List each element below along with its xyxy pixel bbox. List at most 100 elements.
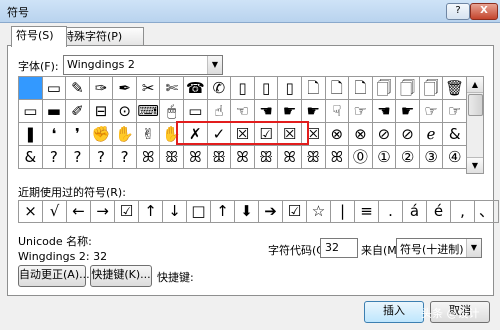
recent-symbol-cell[interactable]: ☑ — [115, 201, 139, 223]
symbol-cell[interactable]: ☛ — [396, 100, 420, 123]
recent-symbol-cell[interactable]: á — [403, 201, 427, 223]
symbol-cell[interactable]: ▬ — [42, 100, 67, 123]
symbol-cell[interactable]: & — [19, 146, 43, 169]
scroll-thumb[interactable] — [468, 94, 483, 116]
symbol-cell[interactable]: ☝ — [207, 100, 232, 123]
symbol-cell[interactable]: ꕤ — [136, 146, 161, 169]
scroll-up-icon[interactable]: ▲ — [467, 77, 483, 93]
symbol-cell[interactable]: ① — [372, 146, 397, 169]
symbol-cell[interactable]: & — [443, 123, 467, 146]
insert-button[interactable]: 插入 — [364, 301, 424, 323]
symbol-cell[interactable]: ꕤ — [278, 146, 302, 169]
font-select[interactable]: Wingdings 2 ▼ — [63, 55, 223, 75]
symbol-cell[interactable]: ꕥ — [301, 146, 326, 169]
recent-symbol-cell[interactable]: ↓ — [163, 201, 187, 223]
symbol-cell[interactable]: ꕤ — [325, 146, 350, 169]
close-button[interactable]: X — [470, 3, 498, 20]
symbol-cell[interactable]: ▯ — [231, 77, 255, 100]
symbol-cell[interactable]: 🗋 — [325, 77, 350, 100]
recent-symbol-cell[interactable]: . — [379, 201, 403, 223]
symbol-cell[interactable]: ❜ — [66, 123, 90, 146]
symbol-cell[interactable]: ⌨ — [136, 100, 161, 123]
symbol-cell[interactable]: ꕥ — [207, 146, 232, 169]
symbol-cell[interactable]: ✆ — [207, 77, 232, 100]
symbol-cell[interactable]: ☜ — [231, 100, 255, 123]
symbol-cell[interactable]: 🖱 — [160, 100, 185, 123]
symbol-grid-scrollbar[interactable]: ▲ ▼ — [466, 76, 484, 174]
recent-symbol-cell[interactable]: ☆ — [307, 201, 331, 223]
symbol-cell[interactable]: ☎ — [184, 77, 208, 100]
symbol-cell[interactable]: ▭ — [184, 100, 208, 123]
symbol-cell[interactable]: ꕤ — [184, 146, 208, 169]
symbol-cell[interactable]: ⓪ — [349, 146, 373, 169]
symbol-cell[interactable]: ✌ — [136, 123, 161, 146]
symbol-cell[interactable]: ✎ — [66, 77, 90, 100]
recent-symbol-cell[interactable]: 、 — [475, 201, 499, 223]
symbol-cell[interactable]: 🗍 — [396, 77, 420, 100]
recent-symbol-cell[interactable]: × — [19, 201, 43, 223]
symbol-cell[interactable]: 🗍 — [419, 77, 444, 100]
recent-symbol-cell[interactable]: → — [91, 201, 115, 223]
symbol-cell[interactable]: ✂ — [136, 77, 161, 100]
help-button[interactable]: ? — [446, 3, 470, 20]
recent-symbol-cell[interactable]: ☑ — [283, 201, 307, 223]
symbol-cell[interactable]: ⊙ — [113, 100, 137, 123]
recent-symbol-cell[interactable]: √ — [43, 201, 67, 223]
char-code-input[interactable]: 32 — [320, 238, 358, 258]
recent-symbol-cell[interactable]: ⬇ — [235, 201, 259, 223]
symbol-cell[interactable]: 🗍 — [372, 77, 397, 100]
symbol-cell[interactable]: ✄ — [160, 77, 185, 100]
tab-special-chars[interactable]: 特殊字符(P) — [58, 27, 144, 46]
symbol-cell[interactable]: ④ — [443, 146, 467, 169]
symbol-cell[interactable]: ☞ — [349, 100, 373, 123]
symbol-cell[interactable]: ▯ — [278, 77, 302, 100]
symbol-cell[interactable]: 🗋 — [301, 77, 326, 100]
from-select[interactable]: 符号(十进制) ▼ — [396, 238, 482, 258]
recent-symbol-cell[interactable]: ≡ — [355, 201, 379, 223]
symbol-cell[interactable]: ✐ — [66, 100, 90, 123]
symbol-cell[interactable]: ? — [113, 146, 137, 169]
symbol-cell[interactable]: ✒ — [113, 77, 137, 100]
recent-symbol-cell[interactable]: | — [331, 201, 355, 223]
recent-symbol-cell[interactable]: , — [451, 201, 475, 223]
recent-symbol-cell[interactable]: é — [427, 201, 451, 223]
symbol-cell[interactable]: ⊗ — [349, 123, 373, 146]
symbol-cell[interactable]: ☞ — [443, 100, 467, 123]
recent-symbol-cell[interactable]: ← — [67, 201, 91, 223]
symbol-cell[interactable]: ☟ — [325, 100, 350, 123]
symbol-cell[interactable]: ▭ — [19, 100, 43, 123]
symbol-cell[interactable]: ☚ — [372, 100, 397, 123]
scroll-down-icon[interactable]: ▼ — [467, 157, 483, 173]
recent-symbol-cell[interactable]: ↑ — [139, 201, 163, 223]
recent-symbol-cell[interactable]: □ — [187, 201, 211, 223]
symbol-cell[interactable]: 🗑 — [443, 77, 467, 100]
symbol-cell[interactable] — [19, 77, 43, 100]
symbol-cell[interactable]: ⊗ — [325, 123, 350, 146]
chevron-down-icon[interactable]: ▼ — [207, 56, 222, 74]
symbol-cell[interactable]: ? — [66, 146, 90, 169]
tab-symbols[interactable]: 符号(S) — [11, 26, 67, 47]
symbol-cell[interactable]: ▯ — [254, 77, 279, 100]
symbol-cell[interactable]: ☚ — [254, 100, 279, 123]
recent-symbol-cell[interactable]: ➔ — [259, 201, 283, 223]
shortcut-key-button[interactable]: 快捷键(K)... — [90, 265, 152, 287]
symbol-cell[interactable]: ✋ — [113, 123, 137, 146]
symbol-cell[interactable]: ⊘ — [396, 123, 420, 146]
symbol-cell[interactable]: ? — [89, 146, 114, 169]
symbol-cell[interactable]: ☛ — [278, 100, 302, 123]
symbol-cell[interactable]: ⊟ — [89, 100, 114, 123]
symbol-cell[interactable]: 🗋 — [349, 77, 373, 100]
symbol-cell[interactable]: ✊ — [89, 123, 114, 146]
symbol-cell[interactable]: ✑ — [89, 77, 114, 100]
symbol-cell[interactable]: ꕥ — [160, 146, 185, 169]
chevron-down-icon[interactable]: ▼ — [466, 239, 481, 257]
symbol-cell[interactable]: ❚ — [19, 123, 43, 146]
symbol-cell[interactable]: ☞ — [419, 100, 444, 123]
symbol-cell[interactable]: ꕤ — [231, 146, 255, 169]
symbol-cell[interactable]: ▭ — [42, 77, 67, 100]
recent-symbol-cell[interactable]: ↑ — [211, 201, 235, 223]
symbol-cell[interactable]: ② — [396, 146, 420, 169]
symbol-cell[interactable]: ❛ — [42, 123, 67, 146]
symbol-cell[interactable]: ꕥ — [254, 146, 279, 169]
symbol-cell[interactable]: ? — [42, 146, 67, 169]
